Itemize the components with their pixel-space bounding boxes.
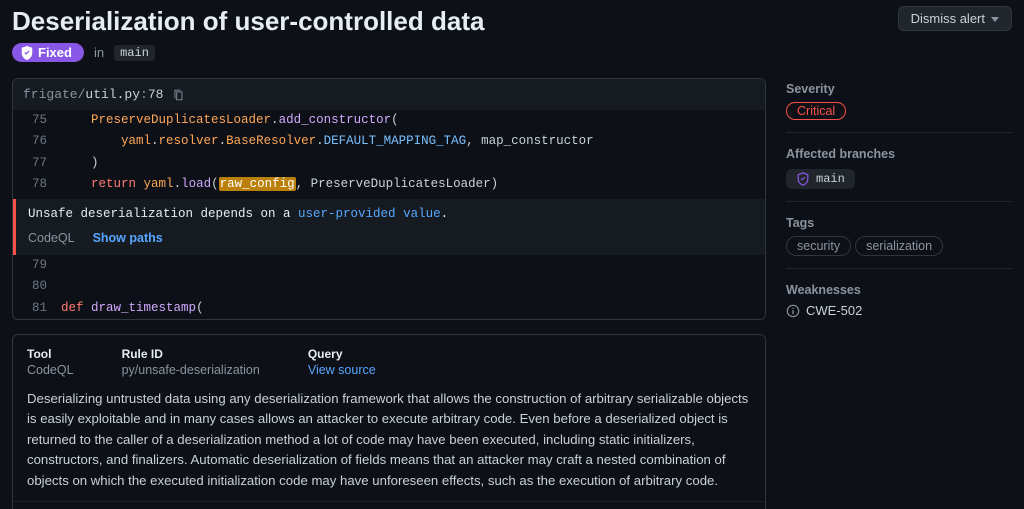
view-source-link[interactable]: View source [308,363,376,377]
status-branch[interactable]: main [114,45,155,61]
line-number: 81 [13,298,61,319]
tag-chip[interactable]: serialization [855,236,943,256]
code-text: def draw_timestamp( [61,298,204,319]
alert-msg-pre: Unsafe deserialization depends on a [28,207,298,221]
line-number: 78 [13,174,61,195]
affected-branch[interactable]: main [786,169,855,189]
code-panel: frigate/util.py:78 75 PreserveDuplicates… [12,78,766,320]
alert-msg-link[interactable]: user-provided value [298,207,441,221]
status-badge: Fixed [12,43,84,62]
cwe-item[interactable]: CWE-502 [786,303,1012,318]
code-line: 78 return yaml.load(raw_config, Preserve… [13,174,765,195]
dismiss-alert-label: Dismiss alert [911,11,985,26]
code-text: return yaml.load(raw_config, PreserveDup… [61,174,498,195]
sidebar-weaknesses: Weaknesses CWE-502 [786,283,1012,318]
code-line: 75 PreserveDuplicatesLoader.add_construc… [13,110,765,131]
code-line: 80 [13,276,765,297]
code-text: ) [61,153,99,174]
shield-icon [796,172,810,186]
file-path-bar: frigate/util.py:78 [13,79,765,110]
line-number: 80 [13,276,61,297]
description-text: Deserializing untrusted data using any d… [13,383,765,501]
line-number: 76 [13,131,61,152]
code-block: 75 PreserveDuplicatesLoader.add_construc… [13,110,765,195]
sidebar-tags: Tags securityserialization [786,216,1012,269]
file-path-name: util.py [85,87,140,102]
page-title: Deserialization of user-controlled data [12,6,484,37]
show-more-button[interactable]: Show more [13,501,765,509]
status-in: in [94,45,104,60]
info-query: Query View source [308,347,376,377]
highlighted-token: raw_config [219,177,296,191]
info-rule: Rule ID py/unsafe-deserialization [122,347,260,377]
code-line: 77 ) [13,153,765,174]
code-text: PreserveDuplicatesLoader.add_constructor… [61,110,399,131]
tag-chip[interactable]: security [786,236,851,256]
caret-down-icon [991,15,999,23]
severity-pill: Critical [786,102,846,120]
info-circle-icon [786,304,800,318]
shield-check-icon [20,46,34,60]
details-panel: Tool CodeQL Rule ID py/unsafe-deserializ… [12,334,766,509]
sidebar-severity: Severity Critical [786,82,1012,133]
code-line: 76 yaml.resolver.BaseResolver.DEFAULT_MA… [13,131,765,152]
file-path-prefix: frigate/ [23,87,85,102]
line-number: 79 [13,255,61,276]
status-label: Fixed [38,45,72,60]
code-text: yaml.resolver.BaseResolver.DEFAULT_MAPPI… [61,131,594,152]
line-number: 75 [13,110,61,131]
alert-msg-post: . [441,207,449,221]
code-line: 81def draw_timestamp( [13,298,765,319]
file-path-line: 78 [148,87,164,102]
code-line: 79 [13,255,765,276]
alert-tool: CodeQL [28,231,75,245]
sidebar-branches: Affected branches main [786,147,1012,202]
line-number: 77 [13,153,61,174]
code-block-after: 798081def draw_timestamp( [13,255,765,319]
inline-alert: Unsafe deserialization depends on a user… [13,199,765,255]
dismiss-alert-button[interactable]: Dismiss alert [898,6,1012,31]
show-paths-link[interactable]: Show paths [93,231,163,245]
info-tool: Tool CodeQL [27,347,74,377]
file-path-sep: : [140,87,148,102]
copy-icon[interactable] [171,88,185,102]
